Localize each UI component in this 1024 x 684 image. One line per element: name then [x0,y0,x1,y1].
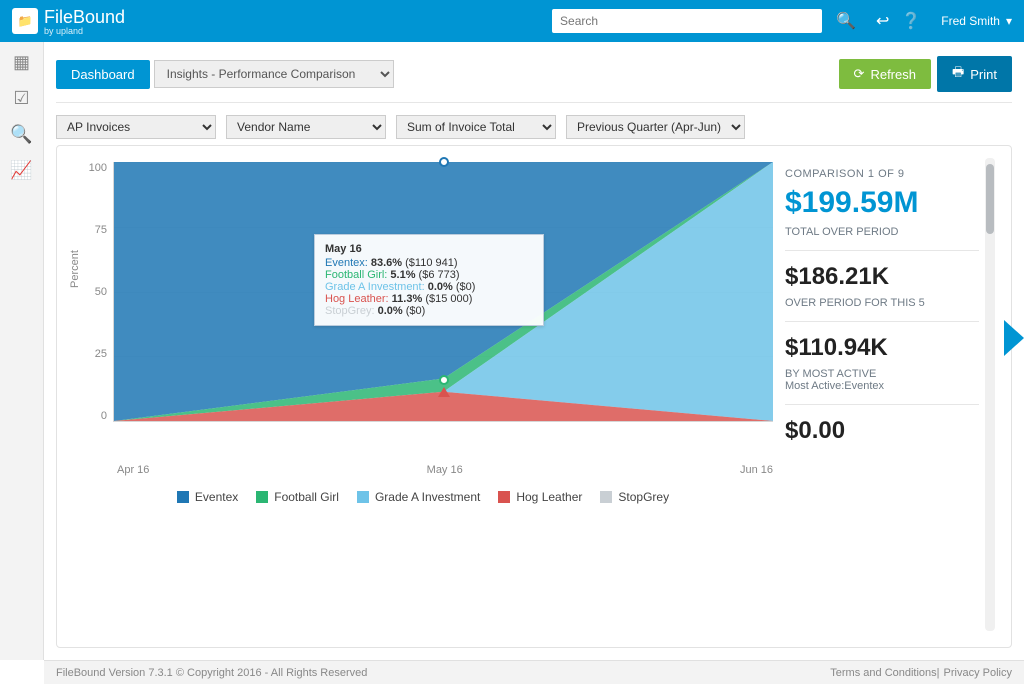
search-input[interactable] [552,9,822,33]
stat-label: TOTAL OVER PERIOD [785,226,979,238]
chart-tooltip: May 16 Eventex: 83.6% ($110 941)Football… [314,234,544,326]
tooltip-row: Football Girl: 5.1% ($6 773) [325,269,533,281]
filter-measure[interactable]: Sum of Invoice Total [396,115,556,139]
user-name: Fred Smith [941,14,1000,28]
y-axis: 100 75 50 25 0 [73,162,113,422]
brand-sub: by upland [44,26,125,36]
app-header: 📁 FileBound by upland 🔍 ↩ ❔ Fred Smith ▾ [0,0,1024,42]
help-icon[interactable]: ❔ [901,11,921,31]
data-point-marker[interactable] [438,387,450,397]
tooltip-row: Hog Leather: 11.3% ($15 000) [325,293,533,305]
filter-dimension[interactable]: Vendor Name [226,115,386,139]
sidebar-search-icon[interactable]: 🔍 [10,122,34,146]
stat-label: BY MOST ACTIVE [785,368,979,380]
legend-item[interactable]: Grade A Investment [357,490,480,504]
legend-item[interactable]: Hog Leather [498,490,582,504]
stat-value: $0.00 [785,417,979,445]
view-select[interactable]: Insights - Performance Comparison [154,60,394,88]
stats-column: COMPARISON 1 OF 9 $199.59M TOTAL OVER PE… [785,158,995,631]
dashboard-button[interactable]: Dashboard [56,60,150,89]
legend-item[interactable]: Eventex [177,490,238,504]
scrollbar[interactable] [985,158,995,631]
search-icon[interactable]: 🔍 [836,11,856,31]
refresh-icon: ⟳ [854,66,865,82]
stat-value: $186.21K [785,263,979,291]
chart-area: Percent 100 75 50 25 0 [73,158,773,458]
filter-period[interactable]: Previous Quarter (Apr-Jun) [566,115,745,139]
legend-item[interactable]: StopGrey [600,490,669,504]
privacy-link[interactable]: Privacy Policy [944,667,1012,679]
stats: COMPARISON 1 OF 9 $199.59M TOTAL OVER PE… [785,158,979,631]
footer: FileBound Version 7.3.1 © Copyright 2016… [44,660,1024,684]
x-axis: Apr 16 May 16 Jun 16 [117,464,773,476]
brand-icon: 📁 [12,8,38,34]
refresh-button[interactable]: ⟳ Refresh [839,59,931,89]
legend: Eventex Football Girl Grade A Investment… [73,490,773,504]
sidebar-checkbox-icon[interactable]: ☑ [10,86,34,110]
brand-name: FileBound [44,7,125,28]
search-wrap: 🔍 ↩ [552,9,895,33]
tooltip-row: Eventex: 83.6% ($110 941) [325,257,533,269]
data-point-marker[interactable] [439,375,449,385]
toolbar: Dashboard Insights - Performance Compari… [56,42,1012,103]
filter-row: AP Invoices Vendor Name Sum of Invoice T… [56,115,1012,139]
data-point-marker[interactable] [439,157,449,167]
chevron-down-icon: ▾ [1006,14,1012,28]
stat-value: $199.59M [785,186,979,220]
y-axis-label: Percent [69,250,81,288]
comparison-header: COMPARISON 1 OF 9 [785,168,979,180]
tooltip-title: May 16 [325,243,533,255]
plot[interactable]: May 16 Eventex: 83.6% ($110 941)Football… [113,162,773,422]
stat-value: $110.94K [785,334,979,362]
left-sidebar: ▦ ☑ 🔍 📈 [0,42,44,660]
tooltip-row: Grade A Investment: 0.0% ($0) [325,281,533,293]
scrollbar-thumb[interactable] [986,164,994,234]
user-menu[interactable]: Fred Smith ▾ [941,14,1012,28]
print-icon: 🖶 [952,63,964,85]
chart-panel: Percent 100 75 50 25 0 [56,145,1012,648]
stat-detail: Most Active:Eventex [785,380,979,392]
main-content: Dashboard Insights - Performance Compari… [44,42,1024,660]
legend-item[interactable]: Football Girl [256,490,339,504]
footer-copyright: FileBound Version 7.3.1 © Copyright 2016… [56,667,367,679]
undo-icon[interactable]: ↩ [876,11,889,31]
sidebar-apps-icon[interactable]: ▦ [10,50,34,74]
terms-link[interactable]: Terms and Conditions [830,667,936,679]
chart-column: Percent 100 75 50 25 0 [73,158,773,631]
stat-label: OVER PERIOD FOR THIS 5 [785,297,979,309]
tooltip-row: StopGrey: 0.0% ($0) [325,305,533,317]
brand: 📁 FileBound by upland [12,7,125,36]
print-button[interactable]: 🖶 Print [937,56,1012,92]
filter-dataset[interactable]: AP Invoices [56,115,216,139]
sidebar-chart-icon[interactable]: 📈 [10,158,34,182]
